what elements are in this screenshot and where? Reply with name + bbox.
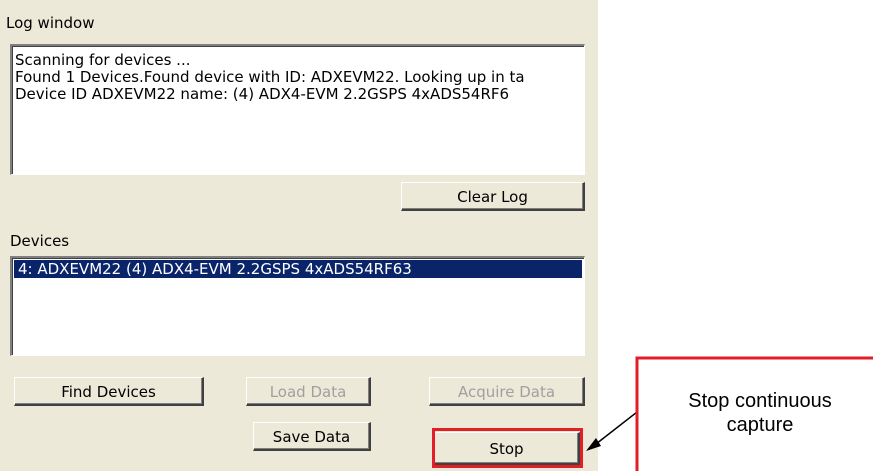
callout-text: Stop continuous capture xyxy=(688,390,832,436)
